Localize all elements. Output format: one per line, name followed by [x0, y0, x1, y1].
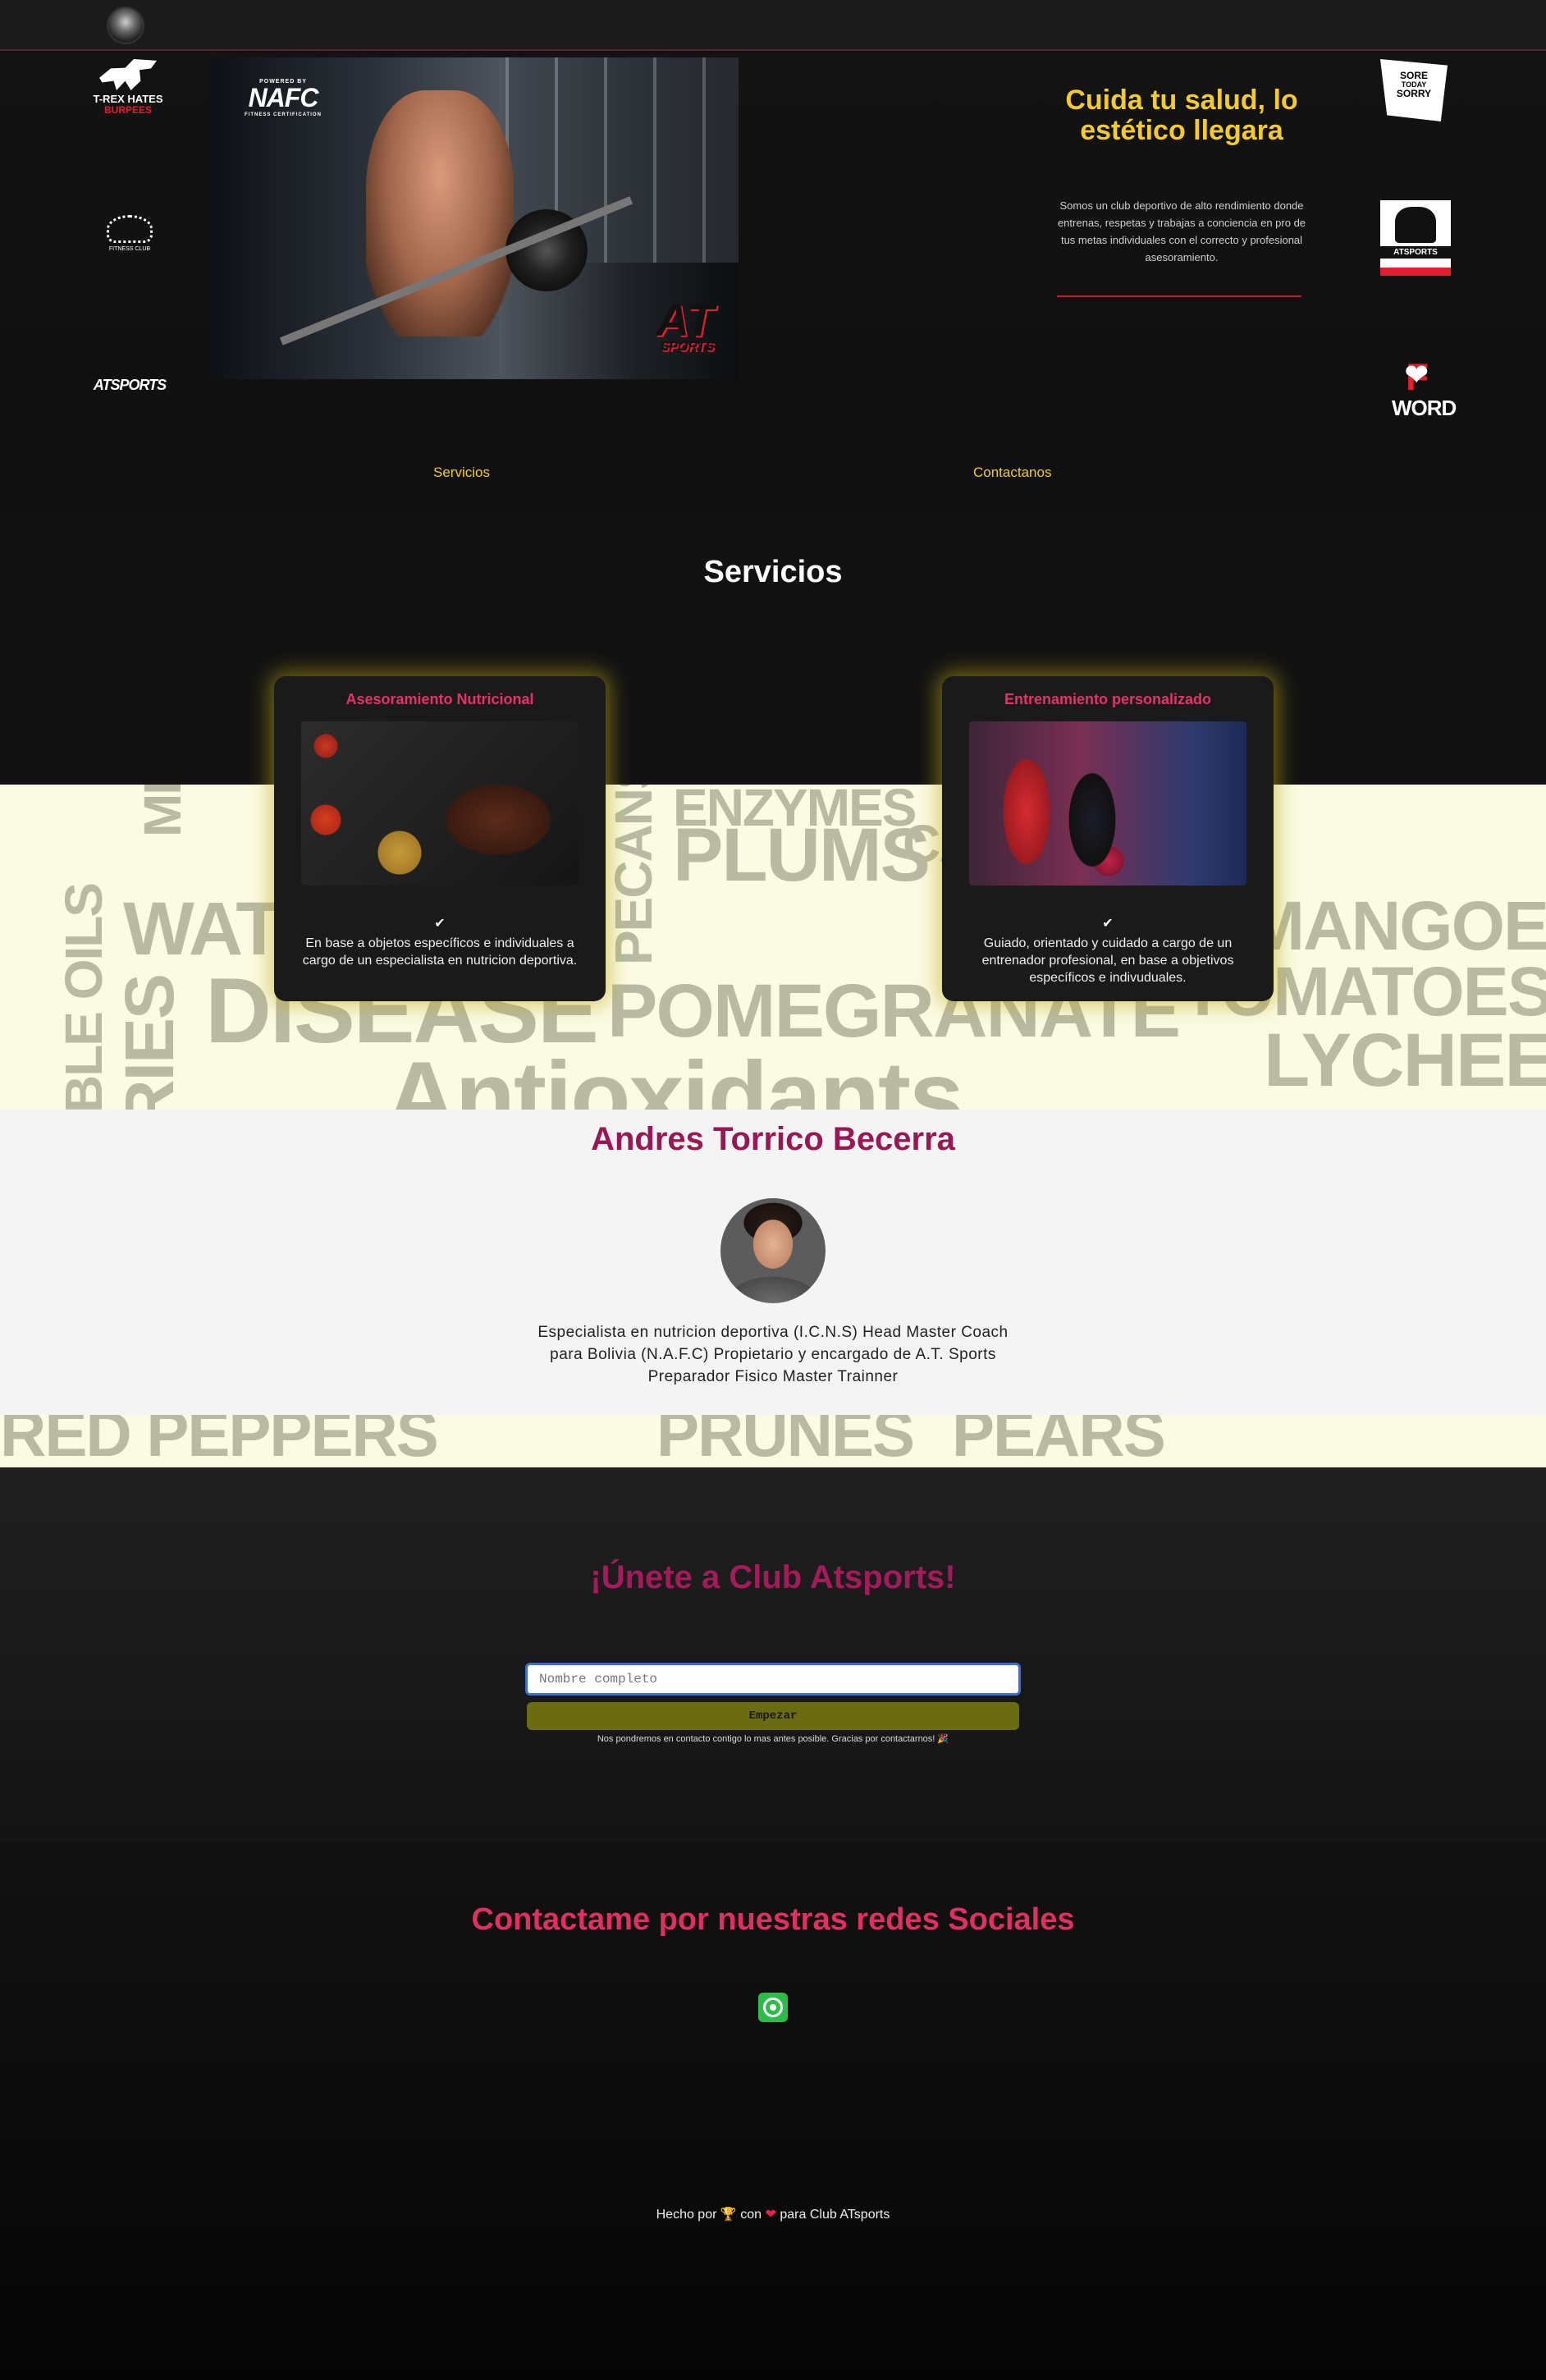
background-word: PLUMS [673, 813, 931, 897]
background-word: LYCHEE [1264, 1018, 1546, 1102]
service-card-title: Asesoramiento Nutricional [345, 691, 534, 707]
trainer-avatar [720, 1198, 826, 1303]
join-section [0, 1467, 1546, 1842]
trophy-icon: 🏆 [720, 2208, 737, 2222]
background-word: BLE OILS [54, 883, 113, 1113]
atsports-logo: ATSPORTS [92, 378, 167, 400]
training-image [969, 721, 1246, 886]
f-word-logo: F ❤ WORD [1380, 358, 1457, 420]
hero-divider [1057, 295, 1301, 297]
logo-text: BURPEES [103, 103, 152, 116]
background-word: PECANS [604, 785, 663, 965]
services-title: Servicios [703, 555, 843, 589]
logo-text: ATSPORTS [1380, 246, 1451, 259]
hero-title: Cuida tu salud, lo estético llegara [1065, 85, 1298, 147]
join-note: Nos pondremos en contacto contigo lo mas… [597, 1734, 949, 1744]
start-button[interactable]: Empezar [527, 1702, 1019, 1730]
background-word: MANGOES [1247, 887, 1546, 964]
top-bar [0, 0, 1546, 51]
nutrition-food-image [301, 721, 579, 886]
join-title: ¡Únete a Club Atsports! [590, 1559, 956, 1595]
hero-description: Somos un club deportivo de alto rendimie… [1057, 199, 1306, 263]
bodybuilder-icon [1395, 207, 1436, 243]
logo-text: FITNESS CERTIFICATION [245, 112, 322, 117]
logo-text: WORD [1392, 396, 1457, 420]
whatsapp-icon[interactable] [758, 1993, 788, 2022]
trainer-bio: Especialista en nutricion deportiva (I.C… [537, 1324, 1009, 1385]
footer: Hecho por 🏆 con ❤ para Club ATsports [0, 2206, 1546, 2222]
heart-icon: ❤ [765, 2208, 776, 2222]
logo-text: T-REX HATES [93, 93, 163, 105]
logo-text: NAFC [248, 83, 319, 113]
contact-title: Contactame por nuestras redes Sociales [471, 1902, 1075, 1937]
sore-today-logo: SORE TODAY SORRY [1380, 59, 1448, 121]
trex-hates-burpees-logo: T-REX HATES BURPEES [89, 59, 167, 125]
trainer-name: Andres Torrico Becerra [591, 1121, 955, 1157]
bodybuilder-icon [107, 215, 153, 243]
logo-text: FITNESS CLUB [108, 246, 151, 252]
brand-avatar[interactable] [107, 7, 144, 44]
nav-link-contactanos[interactable]: Contactanos [973, 465, 1051, 481]
service-card-training[interactable]: Entrenamiento personalizado ✔ Guiado, or… [942, 676, 1274, 1001]
checkmark-icon: ✔ [434, 917, 446, 931]
background-word: MILK [133, 785, 192, 837]
dinosaur-icon [99, 59, 157, 90]
logo-text: ATSPORTS [93, 377, 167, 393]
full-name-input[interactable] [525, 1663, 1021, 1696]
service-card-title: Entrenamiento personalizado [1004, 691, 1212, 707]
service-card-description: Guiado, orientado y cuidado a cargo de u… [981, 936, 1234, 985]
background-word: RIES [111, 974, 188, 1129]
photo-brand-watermark: AT SPORTS [656, 294, 715, 354]
heart-icon: ❤ [1405, 359, 1429, 391]
service-card-nutrition[interactable]: Asesoramiento Nutricional ✔ En base a ob… [274, 676, 606, 1001]
atsports-gym-logo: ATSPORTS [1380, 200, 1451, 276]
nav-link-servicios[interactable]: Servicios [433, 465, 490, 481]
fitness-club-logo: FITNESS CLUB [92, 215, 167, 264]
nafc-logo: POWERED BY NAFC FITNESS CERTIFICATION [230, 79, 336, 125]
checkmark-icon: ✔ [1102, 917, 1114, 931]
footer-text: Hecho por [656, 2208, 717, 2222]
service-card-description: En base a objetos específicos e individu… [302, 936, 578, 968]
footer-text: para Club ATsports [780, 2208, 890, 2222]
footer-text: con [740, 2208, 762, 2222]
